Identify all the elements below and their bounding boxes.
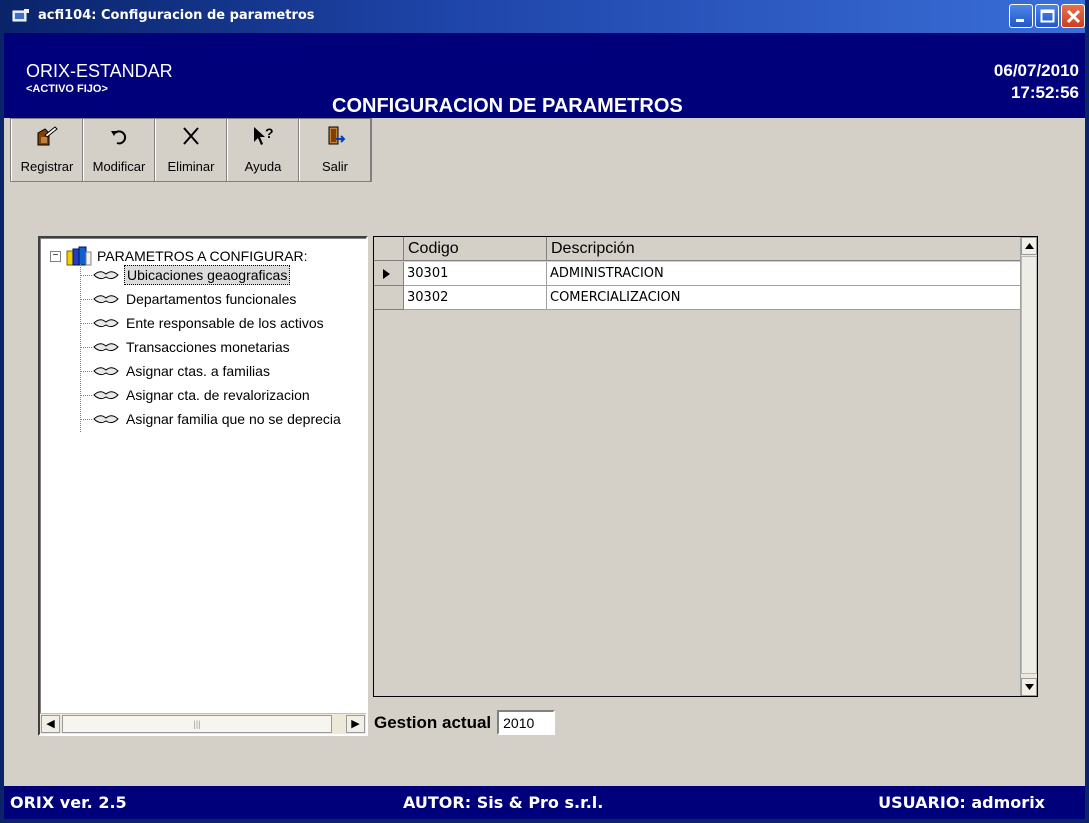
gestion-label: Gestion actual bbox=[374, 712, 492, 732]
form-title: CONFIGURACION DE PARAMETROS bbox=[332, 95, 683, 117]
row-indicator[interactable] bbox=[374, 286, 404, 310]
modificar-button[interactable]: Modificar bbox=[83, 119, 155, 181]
minimize-icon bbox=[1016, 19, 1024, 22]
ayuda-label: Ayuda bbox=[244, 159, 282, 174]
arrow-up-icon bbox=[1025, 243, 1034, 249]
grid-header: Codigo Descripción bbox=[374, 237, 1022, 261]
tree-item-departamentos[interactable]: Departamentos funcionales bbox=[80, 288, 298, 310]
tree-root-label: PARAMETROS A CONFIGURAR: bbox=[97, 248, 308, 264]
header-band: ORIX-ESTANDAR <ACTIVO FIJO> CONFIGURACIO… bbox=[4, 33, 1085, 118]
handshake-icon bbox=[93, 271, 119, 280]
eliminar-label: Eliminar bbox=[167, 159, 215, 174]
help-icon: ? bbox=[254, 125, 274, 145]
svg-text:?: ? bbox=[265, 125, 274, 141]
modificar-label: Modificar bbox=[92, 159, 146, 174]
undo-icon bbox=[111, 130, 127, 145]
row-indicator-header bbox=[374, 237, 404, 261]
eliminar-button[interactable]: Eliminar bbox=[155, 119, 227, 181]
salir-button[interactable]: Salir bbox=[299, 119, 371, 181]
handshake-icon bbox=[93, 391, 119, 400]
tree-item-transacciones[interactable]: Transacciones monetarias bbox=[80, 336, 292, 358]
close-icon bbox=[1066, 9, 1081, 24]
scroll-up-button[interactable] bbox=[1021, 237, 1037, 255]
maximize-icon bbox=[1040, 9, 1055, 23]
column-header-descripcion[interactable]: Descripción bbox=[547, 237, 1022, 261]
handshake-icon bbox=[93, 295, 119, 304]
toolbar: Registrar Modificar Eliminar ? Ayuda Sal… bbox=[10, 118, 372, 182]
registrar-label: Registrar bbox=[20, 159, 74, 174]
tree-item-ubicaciones[interactable]: Ubicaciones geaograficas bbox=[80, 264, 291, 286]
ayuda-button[interactable]: ? Ayuda bbox=[227, 119, 299, 181]
handshake-icon bbox=[93, 343, 119, 352]
handshake-icon bbox=[93, 415, 119, 424]
author-text: AUTOR: Sis & Pro s.r.l. bbox=[403, 793, 604, 812]
cell-codigo[interactable]: 30301 bbox=[404, 262, 547, 286]
user-text: USUARIO: admorix bbox=[878, 793, 1045, 812]
cell-codigo[interactable]: 30302 bbox=[404, 286, 547, 310]
table-row[interactable]: 30302 COMERCIALIZACION bbox=[374, 286, 1022, 310]
current-row-icon bbox=[383, 269, 390, 279]
tree-item-no-deprecia[interactable]: Asignar familia que no se deprecia bbox=[80, 408, 343, 430]
tree-root[interactable]: − PARAMETROS A CONFIGURAR: bbox=[50, 246, 308, 266]
version-text: ORIX ver. 2.5 bbox=[10, 793, 127, 812]
handshake-icon bbox=[93, 319, 119, 328]
title-bar[interactable]: acfi104: Configuracion de parametros bbox=[4, 0, 1085, 33]
books-icon bbox=[66, 246, 92, 266]
scroll-right-icon[interactable]: ▶ bbox=[346, 715, 365, 733]
gestion-input[interactable] bbox=[497, 710, 556, 735]
tree-item-asignar-ctas[interactable]: Asignar ctas. a familias bbox=[80, 360, 272, 382]
close-button[interactable] bbox=[1061, 4, 1085, 28]
row-indicator[interactable] bbox=[374, 262, 404, 286]
window-title: acfi104: Configuracion de parametros bbox=[38, 8, 315, 23]
maximize-button[interactable] bbox=[1035, 4, 1059, 28]
scroll-thumb[interactable]: ||| bbox=[62, 715, 332, 733]
scroll-down-button[interactable] bbox=[1021, 678, 1037, 696]
app-icon bbox=[12, 9, 29, 22]
header-date: 06/07/2010 bbox=[993, 61, 1079, 80]
collapse-icon[interactable]: − bbox=[50, 250, 61, 262]
gestion-group: Gestion actual bbox=[374, 710, 556, 735]
system-name: ORIX-ESTANDAR bbox=[26, 61, 173, 81]
application-window: acfi104: Configuracion de parametros ORI… bbox=[0, 0, 1089, 823]
scroll-thumb[interactable] bbox=[1021, 256, 1037, 674]
handshake-icon bbox=[93, 367, 119, 376]
column-header-codigo[interactable]: Codigo bbox=[404, 237, 547, 261]
exit-icon bbox=[328, 126, 346, 145]
header-time: 17:52:56 bbox=[1010, 83, 1079, 102]
data-grid[interactable]: Codigo Descripción 30301 ADMINISTRACION … bbox=[373, 236, 1038, 697]
parameters-tree[interactable]: − PARAMETROS A CONFIGURAR: Ubicaciones g… bbox=[38, 236, 368, 736]
minimize-button[interactable] bbox=[1009, 4, 1033, 28]
grid-vertical-scrollbar[interactable] bbox=[1020, 237, 1037, 696]
register-icon bbox=[37, 126, 58, 146]
arrow-down-icon bbox=[1025, 684, 1034, 690]
tree-item-revalorizacion[interactable]: Asignar cta. de revalorizacion bbox=[80, 384, 312, 406]
scroll-left-icon[interactable]: ◀ bbox=[41, 715, 60, 733]
table-row[interactable]: 30301 ADMINISTRACION bbox=[374, 262, 1022, 286]
registrar-button[interactable]: Registrar bbox=[11, 119, 83, 181]
salir-label: Salir bbox=[321, 159, 348, 174]
tree-item-ente-responsable[interactable]: Ente responsable de los activos bbox=[80, 312, 326, 334]
tree-horizontal-scrollbar[interactable]: ◀ ||| ▶ bbox=[40, 713, 366, 734]
module-name: <ACTIVO FIJO> bbox=[26, 83, 108, 95]
status-bar: ORIX ver. 2.5 AUTOR: Sis & Pro s.r.l. US… bbox=[4, 786, 1085, 819]
delete-icon bbox=[183, 127, 199, 145]
cell-descripcion[interactable]: ADMINISTRACION bbox=[547, 262, 1022, 286]
cell-descripcion[interactable]: COMERCIALIZACION bbox=[547, 286, 1022, 310]
